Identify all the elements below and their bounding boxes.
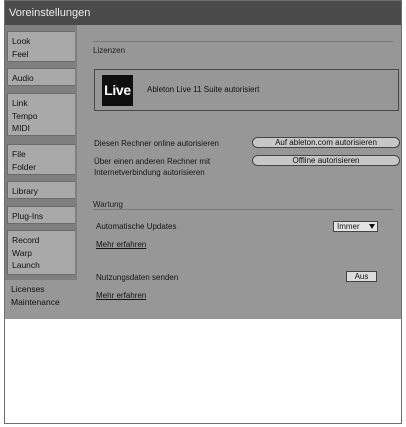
authorize-offline-button[interactable]: Offline autorisieren <box>252 155 400 166</box>
offline-label-line: Über einen anderen Rechner mit <box>94 157 211 166</box>
sidebar-tab-link-tempo-midi[interactable]: Link Tempo MIDI <box>7 93 75 136</box>
sidebar-tab-licenses-maintenance[interactable]: Licenses Maintenance <box>5 280 77 319</box>
sidebar-tab-audio[interactable]: Audio <box>7 68 75 86</box>
sidebar-tab-library[interactable]: Library <box>7 181 75 199</box>
usage-data-toggle[interactable]: Aus <box>346 271 377 282</box>
sidebar-item-label: Launch <box>12 260 40 270</box>
section-title-licenses: Lizenzen <box>93 46 126 55</box>
section-title-maintenance: Wartung <box>93 200 123 209</box>
auto-updates-label: Automatische Updates <box>96 222 177 231</box>
sidebar-tab-look-feel[interactable]: Look Feel <box>7 31 75 62</box>
learn-more-usage-link[interactable]: Mehr erfahren <box>96 291 146 300</box>
sidebar-item-label: Look <box>12 36 31 46</box>
license-status-text: Ableton Live 11 Suite autorisiert <box>147 85 260 94</box>
window-title: Voreinstellungen <box>5 1 401 25</box>
authorize-online-button[interactable]: Auf ableton.com autorisieren <box>252 137 400 148</box>
dropdown-arrow-icon <box>369 224 375 229</box>
section-divider <box>93 209 393 210</box>
offline-label-line: Internetverbindung autorisieren <box>94 167 205 177</box>
sidebar-item-label: MIDI <box>12 123 30 133</box>
sidebar-item-label: Tempo <box>12 110 38 121</box>
sidebar-item-label: Link <box>12 98 28 108</box>
auto-updates-dropdown[interactable]: Immer <box>333 221 378 232</box>
sidebar-item-label: Warp <box>12 247 32 258</box>
usage-data-label: Nutzungsdaten senden <box>96 273 179 282</box>
preferences-panel: Look Feel Audio Link Tempo MIDI File Fol… <box>5 25 401 319</box>
live-logo: Live <box>102 75 133 106</box>
online-authorize-label: Diesen Rechner online autorisieren <box>94 139 219 148</box>
sidebar-item-label: Record <box>12 235 40 245</box>
sidebar-item-label: File <box>12 149 26 159</box>
learn-more-updates-link[interactable]: Mehr erfahren <box>96 240 146 249</box>
license-status-box: Live Ableton Live 11 Suite autorisiert <box>94 69 399 111</box>
sidebar-tab-record-warp-launch[interactable]: Record Warp Launch <box>7 230 75 275</box>
section-divider <box>93 41 393 42</box>
sidebar-item-label: Plug-Ins <box>12 211 44 221</box>
sidebar-item-label: Maintenance <box>11 296 60 307</box>
sidebar-item-label: Audio <box>12 73 34 83</box>
sidebar-item-label: Folder <box>12 161 37 172</box>
sidebar-item-label: Feel <box>12 48 29 59</box>
sidebar-tab-file-folder[interactable]: File Folder <box>7 144 75 175</box>
sidebar-tab-plug-ins[interactable]: Plug-Ins <box>7 206 75 224</box>
sidebar-item-label: Library <box>12 186 38 196</box>
offline-authorize-label: Über einen anderen Rechner mit Internetv… <box>94 157 210 178</box>
sidebar: Look Feel Audio Link Tempo MIDI File Fol… <box>5 25 77 319</box>
sidebar-item-label: Licenses <box>11 284 45 294</box>
dropdown-value: Immer <box>337 222 360 231</box>
settings-content: Lizenzen Live Ableton Live 11 Suite auto… <box>77 25 401 319</box>
